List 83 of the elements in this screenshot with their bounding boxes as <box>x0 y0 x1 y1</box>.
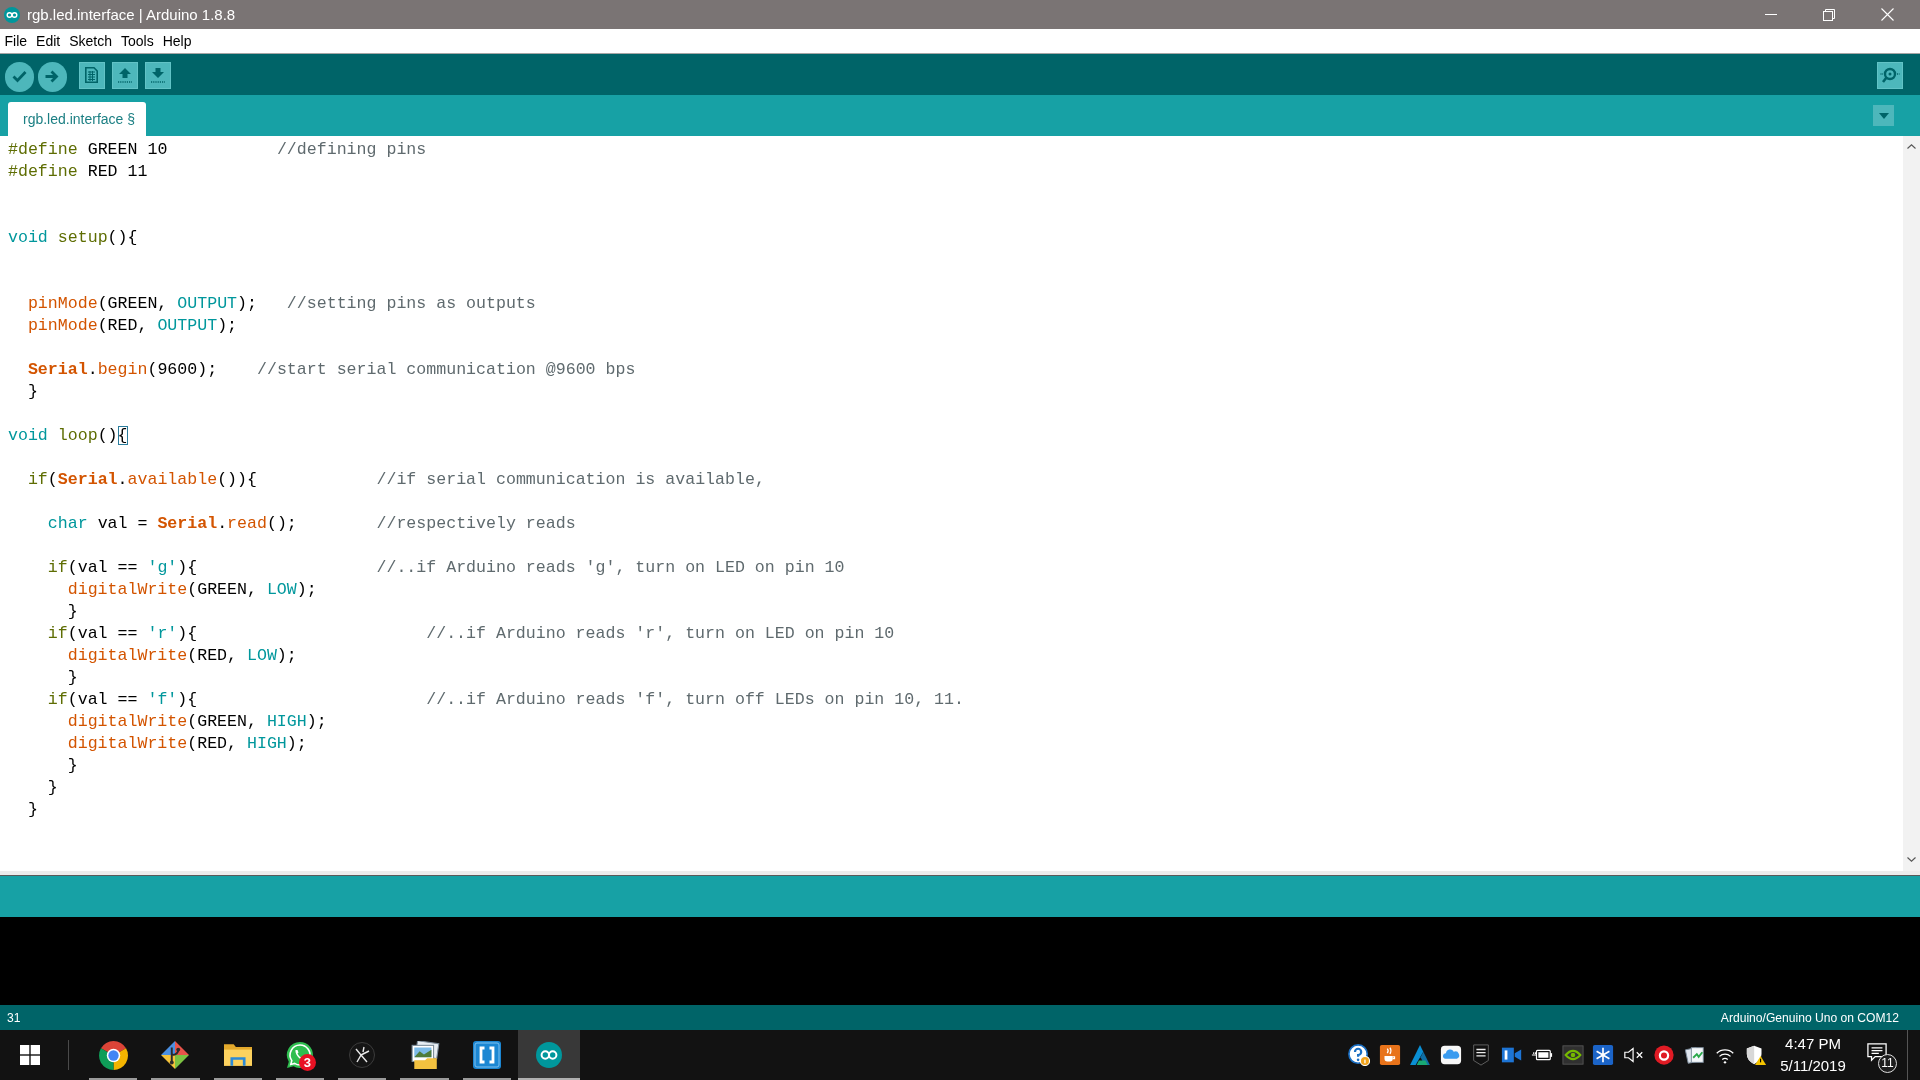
taskbar-app-button[interactable]: 3 <box>268 1030 332 1080</box>
magnifier-icon <box>1879 66 1900 85</box>
code-line: } <box>27 800 38 819</box>
pictures-icon <box>409 1041 440 1069</box>
verify-button[interactable] <box>4 62 34 92</box>
eye-logo-icon[interactable] <box>1561 1044 1584 1066</box>
tab-menu-button[interactable] <box>1873 105 1894 126</box>
code-comment: //..if Arduino reads 'f', turn off LEDs on pin 10, 11. <box>426 690 964 709</box>
code-line: char val = Serial.read(); <box>47 514 297 533</box>
code-comment: //if serial communication is available, <box>376 470 765 489</box>
menu-item[interactable]: File <box>0 29 32 53</box>
ring-logo-icon[interactable] <box>1653 1044 1676 1066</box>
restore-icon <box>1823 8 1835 21</box>
open-button[interactable] <box>111 62 138 89</box>
code-line: } <box>67 602 78 621</box>
upload-button[interactable] <box>37 62 67 92</box>
code-line: #define RED 11 <box>8 162 148 181</box>
notification-count-badge: 11 <box>1878 1054 1897 1073</box>
code-line: if(Serial.available()){ <box>27 470 257 489</box>
documents-icon[interactable] <box>1683 1044 1706 1066</box>
arrow-up-icon <box>116 67 133 84</box>
taskbar-clock[interactable]: 4:47 PM 5/11/2019 <box>1771 1030 1855 1080</box>
code-line: void setup(){ <box>8 228 138 247</box>
document-icon <box>85 67 99 84</box>
menu-item[interactable]: Tools <box>116 29 159 53</box>
shield-warning-icon[interactable] <box>1744 1044 1767 1066</box>
new-button[interactable] <box>78 62 105 89</box>
diamond-logo-icon <box>161 1041 190 1069</box>
code-line: if(val == 'r'){ <box>47 624 198 643</box>
arrow-right-icon <box>45 70 60 84</box>
code-comment: //..if Arduino reads 'g', turn on LED on pin 10 <box>376 558 845 577</box>
code-line: } <box>67 668 78 687</box>
code-comment: //setting pins as outputs <box>286 294 536 313</box>
window-title: rgb.led.interface | Arduino 1.8.8 <box>27 6 236 23</box>
round-logo-icon <box>98 1040 128 1070</box>
code-line: Serial.begin(9600); <box>27 360 218 379</box>
file-tab[interactable]: rgb.led.interface § <box>8 102 147 136</box>
code-line: digitalWrite(GREEN, HIGH); <box>67 712 327 731</box>
code-line: pinMode(GREEN, OUTPUT); <box>27 294 257 313</box>
folder-icon <box>223 1043 252 1067</box>
brackets-icon <box>472 1041 501 1069</box>
action-center-button[interactable]: 11 <box>1855 1030 1907 1080</box>
code-comment: //..if Arduino reads 'r', turn on LED on pin 10 <box>426 624 895 643</box>
code-line: void loop(){ <box>8 426 128 445</box>
save-button[interactable] <box>144 62 171 89</box>
caret-down-icon <box>1878 112 1889 119</box>
arrow-down-icon <box>149 67 166 84</box>
code-line: } <box>47 778 58 797</box>
code-line: digitalWrite(RED, HIGH); <box>67 734 307 753</box>
code-line: if(val == 'f'){ <box>47 690 198 709</box>
code-line: } <box>27 382 38 401</box>
checkmark-icon <box>11 70 27 84</box>
board-port-label: Arduino/Genuino Uno on COM12 <box>1720 1010 1899 1025</box>
scroll-down-icon[interactable] <box>1907 857 1916 862</box>
code-line: #define GREEN 10 <box>8 140 168 159</box>
menu-item[interactable]: Help <box>158 29 196 53</box>
code-line: if(val == 'g'){ <box>47 558 198 577</box>
triangle-logo-icon[interactable] <box>1409 1044 1432 1066</box>
minimize-icon <box>1765 14 1777 15</box>
code-comment: //respectively reads <box>376 514 576 533</box>
code-comment: //defining pins <box>276 140 427 159</box>
help-icon[interactable] <box>1348 1044 1371 1066</box>
cloud-icon[interactable] <box>1439 1044 1462 1066</box>
code-comment: //start serial communication @9600 bps <box>257 360 636 379</box>
emblem-icon <box>349 1042 376 1068</box>
taskbar-app-button[interactable] <box>518 1030 581 1080</box>
cup-icon[interactable] <box>1378 1044 1401 1066</box>
scroll-up-icon[interactable] <box>1907 144 1916 149</box>
code-line: digitalWrite(GREEN, LOW); <box>67 580 317 599</box>
code-line: pinMode(RED, OUTPUT); <box>27 316 238 335</box>
infinity-logo-icon <box>536 1042 563 1068</box>
vertical-scrollbar[interactable] <box>1903 136 1920 871</box>
muted-speaker-icon[interactable] <box>1622 1044 1645 1066</box>
code-line: digitalWrite(RED, LOW); <box>67 646 297 665</box>
code-line: } <box>67 756 78 775</box>
cursor-line-number: 31 <box>7 1010 21 1025</box>
infinity-logo-icon <box>4 6 20 23</box>
menu-item[interactable]: Edit <box>31 29 65 53</box>
menu-item[interactable]: Sketch <box>64 29 117 53</box>
windows-logo-icon <box>20 1045 40 1065</box>
snowflake-icon[interactable] <box>1592 1044 1615 1066</box>
serial-monitor-button[interactable] <box>1876 62 1903 89</box>
close-icon <box>1880 8 1894 21</box>
